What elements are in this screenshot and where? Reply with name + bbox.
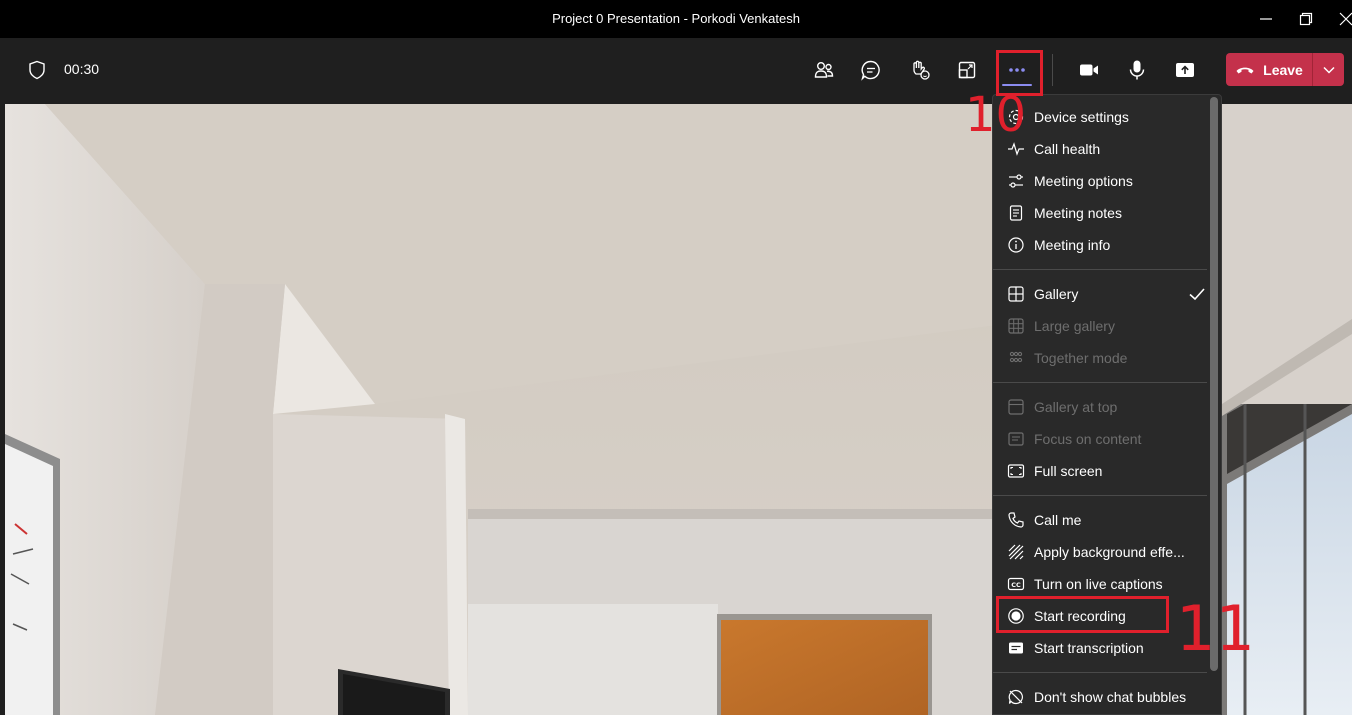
menu-item-label: Meeting info	[1034, 237, 1111, 253]
gallery-icon	[1006, 284, 1026, 304]
menu-item-focus-on-content: Focus on content	[993, 423, 1207, 455]
menu-item-gallery[interactable]: Gallery	[993, 278, 1207, 310]
menu-item-label: Focus on content	[1034, 431, 1142, 447]
sliders-icon	[1006, 171, 1026, 191]
menu-item-meeting-info[interactable]: Meeting info	[993, 229, 1207, 261]
background-effects-icon	[1006, 542, 1026, 562]
minimize-button[interactable]	[1246, 0, 1286, 38]
people-button[interactable]	[806, 52, 842, 88]
info-icon	[1006, 235, 1026, 255]
chat-icon	[861, 60, 880, 81]
menu-item-gallery-at-top: Gallery at top	[993, 391, 1207, 423]
close-icon	[1339, 12, 1352, 26]
menu-item-label: Meeting notes	[1034, 205, 1122, 221]
chat-button[interactable]	[853, 52, 889, 88]
view-switch-icon	[958, 61, 976, 79]
window-title: Project 0 Presentation - Porkodi Venkate…	[552, 11, 800, 26]
menu-item-label: Start transcription	[1034, 640, 1144, 656]
menu-item-label: Gallery	[1034, 286, 1079, 302]
microphone-icon	[1129, 60, 1145, 80]
view-button[interactable]	[949, 52, 985, 88]
menu-item-meeting-notes[interactable]: Meeting notes	[993, 197, 1207, 229]
meeting-timer: 00:30	[64, 61, 100, 77]
menu-item-label: Call me	[1034, 512, 1082, 528]
svg-text:CC: CC	[1011, 581, 1021, 589]
menu-item-chat-bubbles[interactable]: Don't show chat bubbles	[993, 681, 1207, 713]
menu-item-label: Device settings	[1034, 109, 1129, 125]
restore-icon	[1299, 12, 1313, 26]
menu-item-label: Full screen	[1034, 463, 1103, 479]
full-screen-icon	[1006, 461, 1026, 481]
phone-icon	[1006, 510, 1026, 530]
annotation-label-10: 10	[965, 87, 1027, 143]
menu-item-label: Turn on live captions	[1034, 576, 1163, 592]
leave-options-button[interactable]	[1313, 53, 1344, 86]
menu-divider	[993, 269, 1207, 270]
microphone-button[interactable]	[1119, 52, 1155, 88]
menu-item-label: Large gallery	[1034, 318, 1115, 334]
annotation-label-11: 11	[1176, 592, 1255, 665]
menu-divider	[993, 495, 1207, 496]
large-gallery-icon	[1006, 316, 1026, 336]
transcription-icon	[1006, 638, 1026, 658]
menu-item-label: Meeting options	[1034, 173, 1133, 189]
menu-item-call-me[interactable]: Call me	[993, 504, 1207, 536]
menu-item-label: Together mode	[1034, 350, 1128, 366]
checkmark-icon	[1189, 288, 1205, 301]
restore-button[interactable]	[1286, 0, 1326, 38]
chat-bubble-off-icon	[1006, 687, 1026, 707]
share-content-button[interactable]	[1167, 52, 1203, 88]
menu-item-background-effects[interactable]: Apply background effe...	[993, 536, 1207, 568]
leave-label: Leave	[1263, 61, 1303, 78]
together-mode-icon	[1006, 348, 1026, 368]
menu-item-label: Call health	[1034, 141, 1101, 157]
menu-divider	[993, 382, 1207, 383]
annotation-box-11	[996, 596, 1169, 633]
menu-scrollbar[interactable]	[1210, 97, 1218, 671]
menu-divider	[993, 672, 1207, 673]
menu-item-meeting-options[interactable]: Meeting options	[993, 165, 1207, 197]
chevron-down-icon	[1322, 66, 1335, 74]
menu-item-start-transcription[interactable]: Start transcription	[993, 632, 1207, 664]
menu-item-large-gallery: Large gallery	[993, 310, 1207, 342]
hang-up-icon	[1236, 67, 1254, 73]
menu-item-label: Apply background effe...	[1034, 544, 1185, 560]
close-button[interactable]	[1326, 0, 1352, 38]
share-icon	[1176, 63, 1194, 77]
toolbar-divider	[1052, 54, 1053, 86]
shield-icon[interactable]	[28, 60, 46, 80]
captions-icon: CC	[1006, 574, 1026, 594]
leave-button-group: Leave	[1226, 53, 1344, 86]
gallery-at-top-icon	[1006, 397, 1026, 417]
title-bar: Project 0 Presentation - Porkodi Venkate…	[0, 0, 1352, 38]
people-icon	[814, 62, 834, 78]
menu-item-full-screen[interactable]: Full screen	[993, 455, 1207, 487]
react-button[interactable]	[902, 52, 938, 88]
camera-icon	[1080, 64, 1098, 76]
leave-button[interactable]: Leave	[1226, 53, 1312, 86]
menu-item-label: Gallery at top	[1034, 399, 1118, 415]
camera-button[interactable]	[1071, 52, 1107, 88]
menu-item-together-mode: Together mode	[993, 342, 1207, 374]
menu-item-label: Don't show chat bubbles	[1034, 689, 1187, 705]
meeting-toolbar: 00:30 Leave	[0, 38, 1352, 102]
raise-hand-icon	[913, 60, 930, 80]
focus-content-icon	[1006, 429, 1026, 449]
minimize-icon	[1260, 18, 1272, 20]
notes-icon	[1006, 203, 1026, 223]
